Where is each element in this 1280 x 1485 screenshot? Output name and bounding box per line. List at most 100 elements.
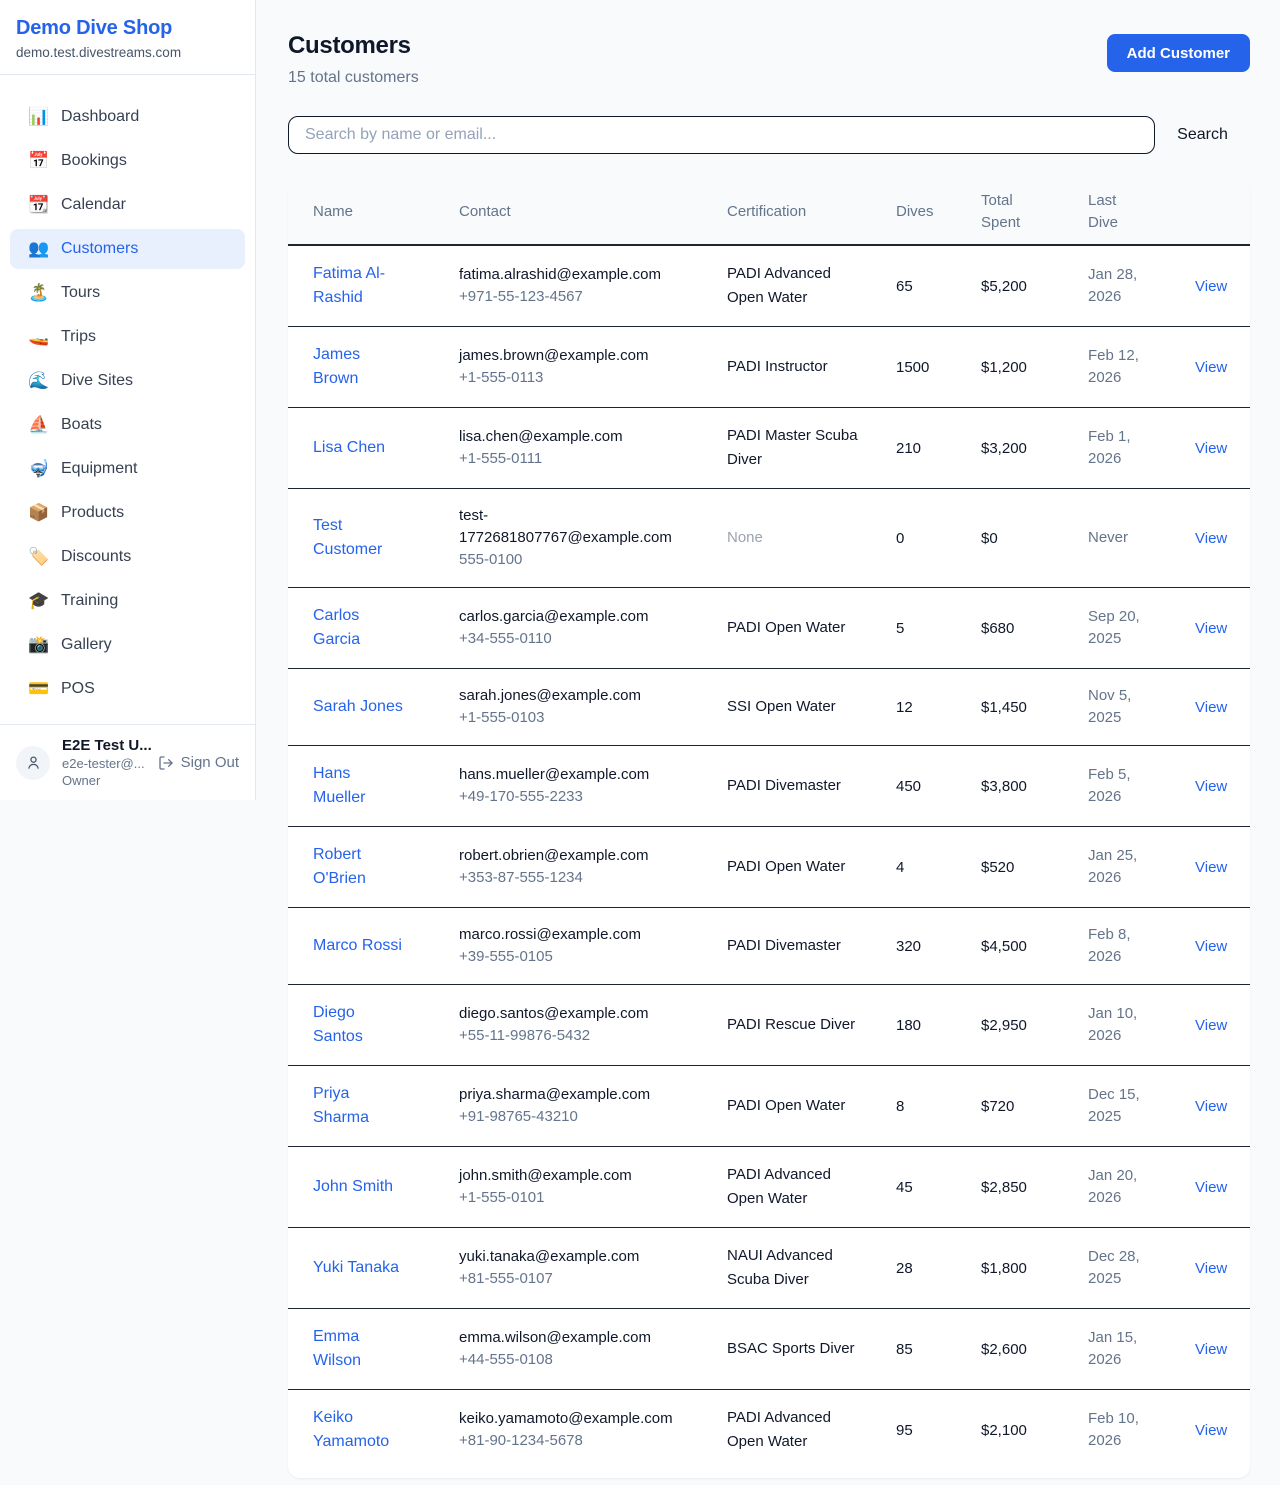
customer-phone: +353-87-555-1234 xyxy=(459,867,690,889)
customer-phone: +34-555-0110 xyxy=(459,628,690,650)
customer-table-body: Fatima Al-Rashid fatima.alrashid@example… xyxy=(288,245,1250,1470)
customer-name-link[interactable]: Lisa Chen xyxy=(313,439,385,456)
customer-total-spent: $2,600 xyxy=(956,1309,1063,1390)
customer-total-spent: $2,950 xyxy=(956,985,1063,1066)
package-icon: 📦 xyxy=(28,503,50,523)
customer-last-dive: Jan 25, 2026 xyxy=(1063,827,1170,908)
customer-certification: None xyxy=(727,529,763,546)
view-link[interactable]: View xyxy=(1195,1260,1227,1277)
customer-row: Lisa Chen lisa.chen@example.com +1-555-0… xyxy=(288,408,1250,489)
search-input[interactable] xyxy=(288,116,1155,154)
sidebar-item-dashboard[interactable]: 📊 Dashboard xyxy=(10,97,245,137)
view-link[interactable]: View xyxy=(1195,278,1227,295)
customer-name-link[interactable]: Priya Sharma xyxy=(313,1085,369,1126)
customer-phone: +81-555-0107 xyxy=(459,1268,690,1290)
customer-row: James Brown james.brown@example.com +1-5… xyxy=(288,327,1250,408)
sidebar-item-boats[interactable]: ⛵ Boats xyxy=(10,405,245,445)
customer-certification: NAUI Advanced Scuba Diver xyxy=(727,1247,833,1288)
customer-total-spent: $3,200 xyxy=(956,408,1063,489)
sidebar-item-products[interactable]: 📦 Products xyxy=(10,493,245,533)
sidebar-item-pos[interactable]: 💳 POS xyxy=(10,669,245,709)
column-header-certification: Certification xyxy=(702,180,871,245)
customer-phone: +1-555-0111 xyxy=(459,448,690,470)
customer-email: yuki.tanaka@example.com xyxy=(459,1246,690,1268)
customer-name-link[interactable]: Yuki Tanaka xyxy=(313,1259,399,1276)
search-button[interactable]: Search xyxy=(1155,126,1250,144)
customer-last-dive: Jan 20, 2026 xyxy=(1063,1147,1170,1228)
sidebar-header: Demo Dive Shop demo.test.divestreams.com xyxy=(0,0,255,75)
customer-dives: 85 xyxy=(871,1309,956,1390)
user-info: E2E Test U... e2e-tester@... Owner xyxy=(62,737,146,788)
sidebar-item-customers[interactable]: 👥 Customers xyxy=(10,229,245,269)
view-link[interactable]: View xyxy=(1195,530,1227,547)
sidebar-item-trips[interactable]: 🚤 Trips xyxy=(10,317,245,357)
view-link[interactable]: View xyxy=(1195,859,1227,876)
customer-total-spent: $520 xyxy=(956,827,1063,908)
customer-total-spent: $2,850 xyxy=(956,1147,1063,1228)
sidebar-item-bookings[interactable]: 📅 Bookings xyxy=(10,141,245,181)
sign-out-button[interactable]: Sign Out xyxy=(158,754,239,771)
customer-name-link[interactable]: Robert O'Brien xyxy=(313,846,366,887)
customer-row: Carlos Garcia carlos.garcia@example.com … xyxy=(288,588,1250,669)
customer-certification: PADI Rescue Diver xyxy=(727,1016,855,1033)
customer-name-link[interactable]: Diego Santos xyxy=(313,1004,363,1045)
customer-certification: PADI Open Water xyxy=(727,619,845,636)
view-link[interactable]: View xyxy=(1195,938,1227,955)
sidebar-item-gallery[interactable]: 📸 Gallery xyxy=(10,625,245,665)
customer-email: lisa.chen@example.com xyxy=(459,426,690,448)
customer-total-spent: $3,800 xyxy=(956,746,1063,827)
customer-name-link[interactable]: Keiko Yamamoto xyxy=(313,1409,389,1450)
customer-dives: 95 xyxy=(871,1390,956,1471)
customer-name-link[interactable]: Test Customer xyxy=(313,517,382,558)
sidebar-item-tours[interactable]: 🏝️ Tours xyxy=(10,273,245,313)
customer-name-link[interactable]: James Brown xyxy=(313,346,360,387)
sidebar-item-training[interactable]: 🎓 Training xyxy=(10,581,245,621)
customer-dives: 1500 xyxy=(871,327,956,408)
view-link[interactable]: View xyxy=(1195,620,1227,637)
view-link[interactable]: View xyxy=(1195,778,1227,795)
customer-certification: PADI Open Water xyxy=(727,1097,845,1114)
sidebar-nav: 📊 Dashboard 📅 Bookings 📆 Calendar 👥 Cust… xyxy=(0,75,255,724)
customer-name-link[interactable]: Fatima Al-Rashid xyxy=(313,265,385,306)
customer-name-link[interactable]: Hans Mueller xyxy=(313,765,365,806)
sidebar-item-calendar[interactable]: 📆 Calendar xyxy=(10,185,245,225)
sidebar-item-discounts[interactable]: 🏷️ Discounts xyxy=(10,537,245,577)
customer-email: priya.sharma@example.com xyxy=(459,1084,690,1106)
customer-certification: SSI Open Water xyxy=(727,698,836,715)
label-tag-icon: 🏷️ xyxy=(28,547,50,567)
customer-count: 15 total customers xyxy=(288,69,419,87)
customer-dives: 450 xyxy=(871,746,956,827)
customer-row: Fatima Al-Rashid fatima.alrashid@example… xyxy=(288,245,1250,327)
customer-name-link[interactable]: Sarah Jones xyxy=(313,698,403,715)
customer-name-link[interactable]: Emma Wilson xyxy=(313,1328,361,1369)
view-link[interactable]: View xyxy=(1195,1422,1227,1439)
view-link[interactable]: View xyxy=(1195,440,1227,457)
view-link[interactable]: View xyxy=(1195,359,1227,376)
customer-email: sarah.jones@example.com xyxy=(459,685,690,707)
customer-phone: +44-555-0108 xyxy=(459,1349,690,1371)
customer-dives: 210 xyxy=(871,408,956,489)
sidebar-item-dive-sites[interactable]: 🌊 Dive Sites xyxy=(10,361,245,401)
customer-email: hans.mueller@example.com xyxy=(459,764,690,786)
sign-out-label: Sign Out xyxy=(181,754,239,771)
shop-title: Demo Dive Shop xyxy=(16,17,239,40)
view-link[interactable]: View xyxy=(1195,1179,1227,1196)
customer-name-link[interactable]: Marco Rossi xyxy=(313,937,402,954)
view-link[interactable]: View xyxy=(1195,1341,1227,1358)
view-link[interactable]: View xyxy=(1195,699,1227,716)
sidebar-item-equipment[interactable]: 🤿 Equipment xyxy=(10,449,245,489)
add-customer-button[interactable]: Add Customer xyxy=(1107,34,1250,72)
customer-row: Priya Sharma priya.sharma@example.com +9… xyxy=(288,1066,1250,1147)
customer-certification: BSAC Sports Diver xyxy=(727,1340,855,1357)
customer-last-dive: Feb 1, 2026 xyxy=(1063,408,1170,489)
customer-last-dive: Nov 5, 2025 xyxy=(1063,669,1170,746)
customer-phone: +1-555-0113 xyxy=(459,367,690,389)
column-header-contact: Contact xyxy=(434,180,702,245)
customer-last-dive: Feb 8, 2026 xyxy=(1063,908,1170,985)
customer-certification: PADI Open Water xyxy=(727,858,845,875)
view-link[interactable]: View xyxy=(1195,1098,1227,1115)
customer-name-link[interactable]: Carlos Garcia xyxy=(313,607,360,648)
customer-name-link[interactable]: John Smith xyxy=(313,1178,393,1195)
view-link[interactable]: View xyxy=(1195,1017,1227,1034)
customer-row: Yuki Tanaka yuki.tanaka@example.com +81-… xyxy=(288,1228,1250,1309)
